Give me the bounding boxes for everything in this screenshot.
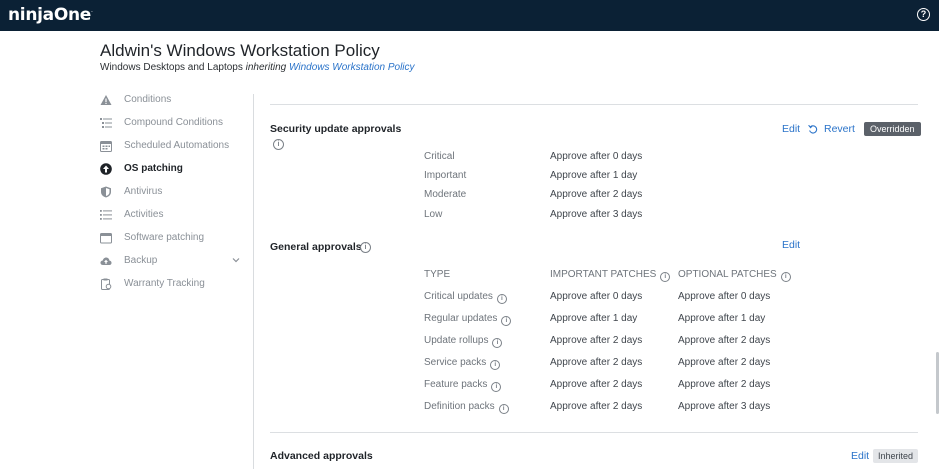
sidebar-item-label: Antivirus (124, 186, 163, 197)
cloud-upload-icon (100, 257, 112, 265)
info-icon[interactable]: i (660, 272, 671, 282)
sidebar-divider (253, 94, 254, 469)
clipboard-icon (101, 278, 112, 290)
revert-icon[interactable] (808, 124, 818, 134)
section-divider (270, 104, 918, 105)
security-edit-link[interactable]: Edit (782, 123, 800, 135)
general-row-important: Approve after 2 days (550, 335, 643, 346)
section-divider (270, 432, 918, 433)
general-approvals-title: General approvals (270, 241, 362, 253)
sidebar-item-antivirus[interactable]: Antivirus (100, 183, 245, 201)
general-edit-link[interactable]: Edit (782, 239, 800, 251)
column-header-type: TYPE (424, 269, 451, 280)
security-row-value: Approve after 3 days (550, 209, 643, 220)
sidebar-item-os-patching[interactable]: OS patching (100, 160, 245, 178)
sidebar-item-compound-conditions[interactable]: Compound Conditions (100, 114, 245, 132)
status-badge-overridden: Overridden (864, 122, 921, 136)
info-icon[interactable]: i (273, 139, 284, 150)
security-row-value: Approve after 2 days (550, 189, 643, 200)
sidebar-item-label: OS patching (124, 163, 183, 174)
window-icon (100, 233, 112, 244)
sidebar-item-activities[interactable]: Activities (100, 206, 245, 224)
security-row-label: Important (424, 170, 467, 181)
arrow-up-circle-icon (100, 163, 112, 175)
help-icon[interactable]: ? (917, 8, 930, 21)
general-row-type: Critical updates i (424, 291, 507, 304)
info-icon[interactable]: i (491, 382, 502, 392)
advanced-edit-link[interactable]: Edit (851, 450, 869, 462)
security-approvals-title: Security update approvals (270, 123, 402, 135)
sidebar-item-software-patching[interactable]: Software patching (100, 229, 245, 247)
status-badge-inherited: Inherited (873, 449, 919, 463)
sidebar-item-label: Scheduled Automations (124, 140, 230, 151)
sidebar-item-label: Warranty Tracking (124, 278, 205, 289)
info-icon[interactable]: i (780, 272, 791, 282)
general-row-important: Approve after 2 days (550, 379, 643, 390)
general-row-important: Approve after 2 days (550, 401, 643, 412)
security-row-label: Low (424, 209, 443, 220)
info-icon[interactable]: i (498, 404, 509, 414)
general-row-optional: Approve after 1 day (678, 313, 766, 324)
sidebar-item-warranty-tracking[interactable]: Warranty Tracking (100, 275, 245, 293)
sidebar-item-label: Conditions (124, 94, 172, 105)
sidebar-item-backup[interactable]: Backup (100, 252, 245, 270)
general-row-type: Regular updates i (424, 313, 512, 326)
general-row-type: Service packs i (424, 357, 501, 370)
general-row-optional: Approve after 2 days (678, 379, 771, 390)
page-title: Aldwin's Windows Workstation Policy (100, 41, 380, 60)
list-icon (100, 210, 112, 220)
info-icon[interactable]: i (360, 242, 371, 253)
general-row-important: Approve after 1 day (550, 313, 638, 324)
warning-icon (100, 95, 112, 105)
general-row-optional: Approve after 2 days (678, 335, 771, 346)
column-header-optional: OPTIONAL PATCHES i (678, 269, 791, 282)
info-icon[interactable]: i (501, 316, 512, 326)
sidebar-item-label: Backup (124, 255, 158, 266)
general-row-type: Feature packs i (424, 379, 502, 392)
general-row-type: Definition packs i (424, 401, 509, 414)
general-row-important: Approve after 2 days (550, 357, 643, 368)
page-subtitle: Windows Desktops and Laptops inheriting … (100, 62, 415, 73)
security-row-label: Moderate (424, 189, 467, 200)
chevron-down-icon[interactable] (231, 255, 241, 265)
security-revert-link[interactable]: Revert (824, 123, 855, 135)
info-icon[interactable]: i (490, 360, 501, 370)
info-icon[interactable]: i (492, 338, 503, 348)
general-row-optional: Approve after 3 days (678, 401, 771, 412)
sidebar-item-label: Compound Conditions (124, 117, 223, 128)
general-row-optional: Approve after 0 days (678, 291, 771, 302)
sidebar-item-conditions[interactable]: Conditions (100, 91, 245, 109)
security-row-value: Approve after 0 days (550, 151, 643, 162)
general-row-optional: Approve after 2 days (678, 357, 771, 368)
advanced-approvals-title: Advanced approvals (270, 450, 373, 462)
parent-policy-link[interactable]: Windows Workstation Policy (289, 62, 415, 73)
info-icon[interactable]: i (496, 294, 507, 304)
sidebar-item-label: Software patching (124, 232, 205, 243)
sidebar-item-label: Activities (124, 209, 164, 220)
column-header-important: IMPORTANT PATCHES i (550, 269, 671, 282)
sidebar-item-scheduled-automations[interactable]: Scheduled Automations (100, 137, 245, 155)
general-row-important: Approve after 0 days (550, 291, 643, 302)
security-row-value: Approve after 1 day (550, 170, 638, 181)
ninjaone-logo[interactable]: ninjaOne. (8, 5, 93, 25)
security-row-label: Critical (424, 151, 455, 162)
list-tree-icon (100, 118, 112, 128)
general-row-type: Update rollups i (424, 335, 503, 348)
shield-icon (101, 186, 111, 198)
top-bar: ninjaOne. ? (0, 0, 939, 31)
calendar-icon (100, 141, 112, 152)
